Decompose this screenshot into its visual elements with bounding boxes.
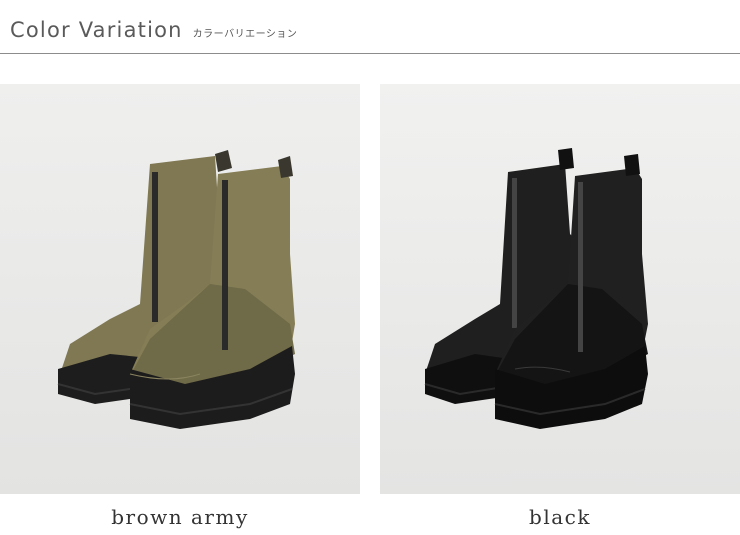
header-divider: [0, 53, 740, 54]
boots-illustration-black: [380, 84, 740, 494]
boots-illustration-brown: [0, 84, 360, 494]
product-image-brown-army: [0, 84, 360, 494]
section-title: Color Variation: [10, 18, 183, 42]
section-subtitle: カラーバリエーション: [192, 29, 298, 40]
variation-label-brown-army: brown army: [111, 505, 249, 529]
product-image-black: [380, 84, 740, 494]
section-header: Color Variation カラーバリエーション: [10, 18, 740, 42]
variation-label-black: black: [529, 505, 591, 529]
